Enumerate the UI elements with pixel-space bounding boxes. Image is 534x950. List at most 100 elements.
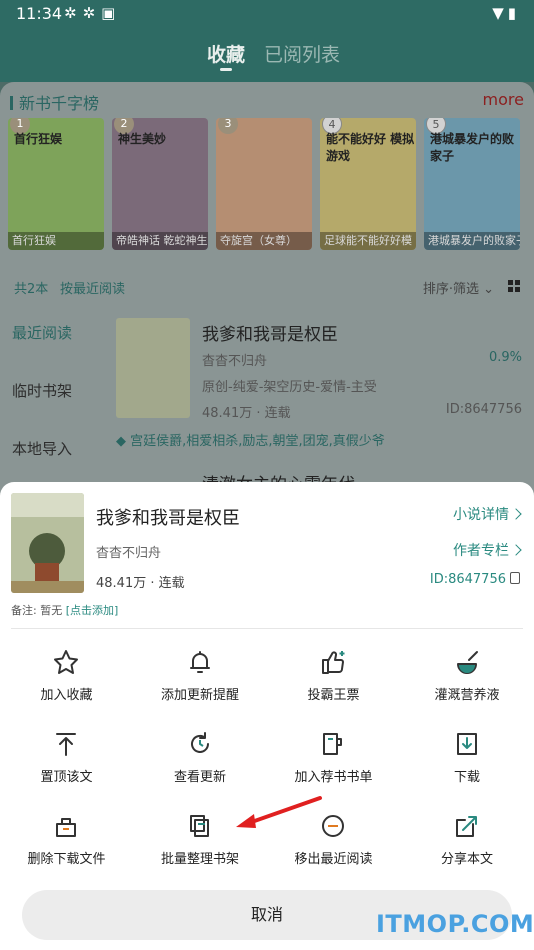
- ranking-book-label: 港城暴发户的败家子: [424, 232, 520, 250]
- nav-temp-shelf[interactable]: 临时书架: [0, 362, 104, 420]
- ranking-book-cover-title: 首行狂娱: [14, 132, 63, 146]
- action-booklist[interactable]: 加入荐书书单: [267, 712, 400, 794]
- book-keywords: ◆ 宫廷侯爵,相爱相杀,励志,朝堂,团宠,真假少爷: [116, 430, 385, 449]
- ranking-book-label: 帝皓神话 乾蛇神生: [112, 232, 208, 250]
- action-label: 灌溉营养液: [434, 688, 500, 703]
- action-bell[interactable]: 添加更新提醒: [134, 630, 267, 712]
- action-label: 删除下载文件: [27, 852, 106, 867]
- book-tags: 原创-纯爱-架空历史-爱情-主受: [202, 380, 377, 395]
- action-share[interactable]: 分享本文: [401, 794, 534, 876]
- booklist-icon: [319, 730, 347, 758]
- author-column-label: 作者专栏: [453, 543, 509, 559]
- watermark: ITMOP.COM: [376, 910, 534, 938]
- tab-active-indicator: [220, 68, 232, 71]
- action-label: 加入收藏: [40, 688, 93, 703]
- grid-view-icon[interactable]: [508, 280, 520, 292]
- top-tabs: 收藏 已阅列表: [0, 28, 534, 82]
- action-label: 查看更新: [173, 770, 226, 785]
- book-keywords-text: 宫廷侯爵,相爱相杀,励志,朝堂,团宠,真假少爷: [130, 434, 385, 449]
- ranking-book-label: 足球能不能好好模: [320, 232, 416, 250]
- shelf-book-card[interactable]: 我爹和我哥是权臣 杳杳不归舟 0.9% 原创-纯爱-架空历史-爱情-主受 48.…: [104, 304, 534, 495]
- nav-recent-read[interactable]: 最近阅读: [0, 304, 104, 362]
- download-icon: [453, 730, 481, 758]
- ranking-book[interactable]: 3 夺旋宫（女尊）: [216, 118, 312, 250]
- action-label: 投霸王票: [307, 688, 360, 703]
- ranking-book-cover-title: 能不能好好 模拟游戏: [326, 132, 415, 163]
- action-label: 置顶该文: [40, 770, 93, 785]
- note-label: 备注: 暂无: [11, 604, 66, 617]
- ranking-more-link[interactable]: more: [483, 90, 524, 109]
- add-note-link[interactable]: [点击添加]: [66, 604, 119, 617]
- copy-icon: [510, 572, 520, 584]
- novel-detail-link[interactable]: 小说详情: [453, 504, 522, 524]
- note-row: 备注: 暂无 [点击添加]: [11, 602, 118, 618]
- novel-detail-label: 小说详情: [453, 507, 509, 523]
- batch-organize-icon: [186, 812, 214, 840]
- book-word-count: 48.41万 · 连载: [202, 406, 291, 421]
- refresh-icon: [186, 730, 214, 758]
- sheet-book-cover: [11, 493, 84, 593]
- action-flask[interactable]: 灌溉营养液: [401, 630, 534, 712]
- sheet-word-count: 48.41万 · 连载: [96, 576, 185, 591]
- ranking-title: 新书千字榜: [10, 90, 99, 114]
- ranking-book[interactable]: 4 能不能好好 模拟游戏 足球能不能好好模: [320, 118, 416, 250]
- shelf-left-nav: 最近阅读 临时书架 本地导入: [0, 304, 104, 504]
- rank-badge: 3: [218, 118, 238, 134]
- share-icon: [453, 812, 481, 840]
- sheet-book-id[interactable]: ID:8647756: [430, 572, 520, 587]
- author-column-link[interactable]: 作者专栏: [453, 540, 522, 560]
- chevron-right-icon: [510, 508, 522, 520]
- book-id: ID:8647756: [445, 402, 522, 417]
- chevron-right-icon: [510, 544, 522, 556]
- divider: [11, 628, 523, 629]
- sheet-book-title: 我爹和我哥是权臣: [96, 508, 240, 529]
- pin-top-icon: [52, 730, 80, 758]
- action-delete-download[interactable]: 删除下载文件: [0, 794, 133, 876]
- action-label: 加入荐书书单: [294, 770, 373, 785]
- action-download[interactable]: 下载: [401, 712, 534, 794]
- action-batch-organize[interactable]: 批量整理书架: [134, 794, 267, 876]
- action-label: 添加更新提醒: [160, 688, 239, 703]
- sheet-book-id-text: ID:8647756: [429, 572, 506, 587]
- sort-filter-button[interactable]: 排序·筛选 ⌄: [423, 278, 494, 297]
- book-action-sheet: 我爹和我哥是权臣 杳杳不归舟 48.41万 · 连载 小说详情 作者专栏 ID:…: [0, 482, 534, 950]
- book-author: 杳杳不归舟: [202, 354, 268, 369]
- ranking-book-cover-title: 港城暴发户的败家子: [430, 132, 515, 163]
- action-label: 批量整理书架: [160, 852, 239, 867]
- thumbs-up-icon: [319, 648, 347, 676]
- action-label: 分享本文: [440, 852, 493, 867]
- book-cover: [116, 318, 190, 418]
- action-label: 移出最近阅读: [294, 852, 373, 867]
- ranking-book[interactable]: 1 首行狂娱 首行狂娱: [8, 118, 104, 250]
- tab-favorites[interactable]: 收藏: [207, 40, 245, 67]
- action-label: 下载: [453, 770, 480, 785]
- book-progress: 0.9%: [488, 350, 522, 365]
- tab-read-list[interactable]: 已阅列表: [264, 40, 340, 67]
- action-thumbs-up[interactable]: 投霸王票: [267, 630, 400, 712]
- ranking-book-label: 夺旋宫（女尊）: [216, 232, 312, 250]
- delete-download-icon: [52, 812, 80, 840]
- status-right-icons: ▼▮: [492, 4, 520, 22]
- action-remove[interactable]: 移出最近阅读: [267, 794, 400, 876]
- action-pin-top[interactable]: 置顶该文: [0, 712, 133, 794]
- sort-mode[interactable]: 按最近阅读: [60, 278, 125, 297]
- remove-icon: [319, 812, 347, 840]
- sort-filter-label: 排序·筛选: [422, 282, 479, 297]
- action-refresh[interactable]: 查看更新: [134, 712, 267, 794]
- sheet-book-author: 杳杳不归舟: [96, 546, 162, 561]
- nav-local-import[interactable]: 本地导入: [0, 420, 104, 478]
- shelf-toolbar: 共2本 按最近阅读 排序·筛选 ⌄: [0, 272, 534, 302]
- tag-icon: ◆: [116, 434, 131, 449]
- action-star[interactable]: 加入收藏: [0, 630, 133, 712]
- ranking-book-cover-title: 神生美妙: [118, 132, 167, 146]
- book-title: 我爹和我哥是权臣: [202, 325, 338, 345]
- status-notification-icons: ✲✲▣: [64, 4, 122, 22]
- shelf-count: 共2本: [14, 282, 49, 297]
- bell-icon: [186, 648, 214, 676]
- flask-icon: [453, 648, 481, 676]
- ranking-book[interactable]: 5 港城暴发户的败家子 港城暴发户的败家子: [424, 118, 520, 250]
- status-bar: 11:34 ✲✲▣ ▼▮: [0, 0, 534, 28]
- action-grid: 加入收藏 添加更新提醒 投霸王票 灌溉营养液置顶该文 查看更新 加入荐书书单 下载删除下载文…: [0, 630, 534, 876]
- ranking-book[interactable]: 2 神生美妙 帝皓神话 乾蛇神生: [112, 118, 208, 250]
- star-icon: [52, 648, 80, 676]
